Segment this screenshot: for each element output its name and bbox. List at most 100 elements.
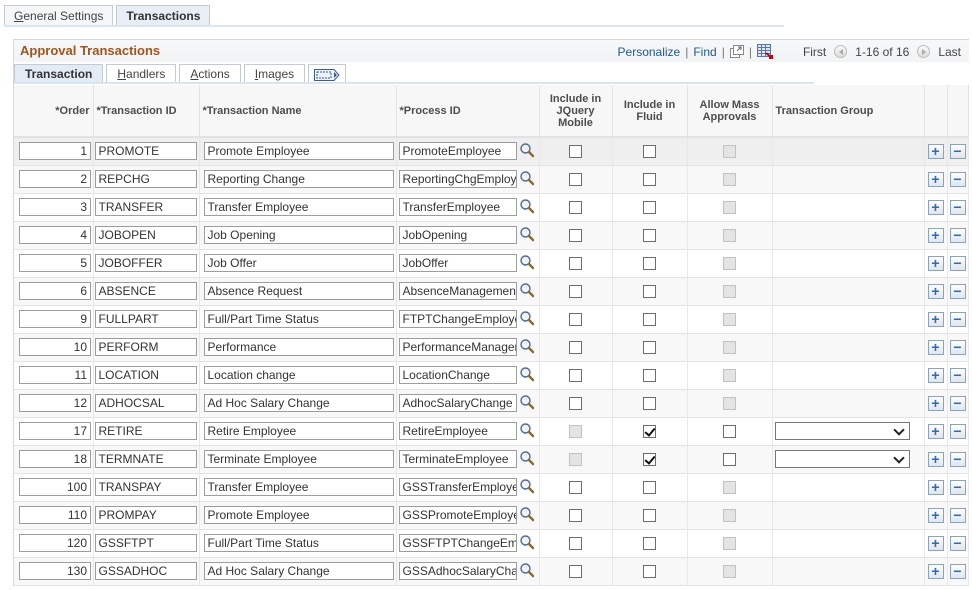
include-fluid-checkbox[interactable]: [643, 536, 656, 550]
delete-row-button[interactable]: −: [949, 339, 966, 355]
delete-row-button[interactable]: −: [949, 535, 966, 551]
process-id-input[interactable]: PromoteEmployee: [398, 142, 517, 161]
order-input[interactable]: 12: [19, 394, 91, 412]
lookup-icon[interactable]: [519, 562, 537, 580]
process-id-input[interactable]: GSSAdhocSalaryChange: [398, 562, 517, 580]
include-fluid-checkbox[interactable]: [643, 424, 656, 438]
transaction-name-input[interactable]: Retire Employee: [203, 422, 394, 440]
transaction-id-input[interactable]: RETIRE: [94, 422, 197, 440]
lookup-icon[interactable]: [519, 478, 537, 496]
order-input[interactable]: 17: [19, 422, 91, 440]
transaction-name-input[interactable]: Transfer Employee: [203, 478, 394, 496]
delete-row-button[interactable]: −: [949, 479, 966, 495]
transaction-group-select[interactable]: [774, 422, 910, 440]
download-excel-icon[interactable]: [756, 44, 773, 59]
lookup-icon[interactable]: [519, 310, 537, 328]
transaction-name-input[interactable]: Ad Hoc Salary Change: [203, 394, 394, 412]
transaction-name-input[interactable]: Promote Employee: [203, 142, 394, 161]
add-row-button[interactable]: +: [927, 283, 944, 299]
lookup-icon[interactable]: [519, 394, 537, 412]
include-fluid-checkbox[interactable]: [643, 368, 656, 382]
process-id-input[interactable]: RetireEmployee: [398, 422, 517, 440]
transaction-id-input[interactable]: GSSADHOC: [94, 562, 197, 580]
include-jquery-mobile-checkbox[interactable]: [569, 144, 582, 158]
order-input[interactable]: 4: [19, 226, 91, 244]
include-fluid-checkbox[interactable]: [643, 172, 656, 186]
transaction-name-input[interactable]: Performance: [203, 338, 394, 356]
add-row-button[interactable]: +: [927, 479, 944, 495]
col-include-jquery-mobile[interactable]: Include in JQuery Mobile: [539, 85, 613, 138]
view-all-icon[interactable]: [729, 45, 744, 58]
transaction-id-input[interactable]: GSSFTPT: [94, 534, 197, 552]
tab-transactions[interactable]: Transactions: [116, 5, 211, 26]
order-input[interactable]: 11: [19, 366, 91, 384]
personalize-link[interactable]: Personalize: [618, 45, 681, 59]
lookup-icon[interactable]: [519, 226, 537, 244]
tab-general-settings[interactable]: General Settings: [4, 5, 114, 26]
previous-page-icon[interactable]: [834, 45, 848, 58]
include-jquery-mobile-checkbox[interactable]: [569, 200, 582, 214]
include-jquery-mobile-checkbox[interactable]: [569, 172, 582, 186]
lookup-icon[interactable]: [519, 534, 537, 552]
transaction-name-input[interactable]: Reporting Change: [203, 170, 394, 188]
next-page-icon[interactable]: [917, 45, 931, 58]
add-row-button[interactable]: +: [927, 171, 944, 187]
process-id-input[interactable]: AbsenceManagement: [398, 282, 517, 300]
delete-row-button[interactable]: −: [949, 283, 966, 299]
delete-row-button[interactable]: −: [949, 171, 966, 187]
include-fluid-checkbox[interactable]: [643, 452, 656, 466]
transaction-id-input[interactable]: ABSENCE: [94, 282, 197, 300]
add-row-button[interactable]: +: [927, 311, 944, 327]
include-jquery-mobile-checkbox[interactable]: [569, 536, 582, 550]
transaction-id-input[interactable]: JOBOFFER: [94, 254, 197, 272]
order-input[interactable]: 18: [19, 450, 91, 468]
process-id-input[interactable]: LocationChange: [398, 366, 517, 384]
include-fluid-checkbox[interactable]: [643, 564, 656, 578]
transaction-name-input[interactable]: Ad Hoc Salary Change: [203, 562, 394, 580]
lookup-icon[interactable]: [519, 254, 537, 272]
transaction-id-input[interactable]: PROMPAY: [94, 506, 197, 524]
add-row-button[interactable]: +: [927, 507, 944, 523]
order-input[interactable]: 2: [19, 170, 91, 188]
allow-mass-approvals-checkbox[interactable]: [723, 424, 736, 438]
lookup-icon[interactable]: [519, 282, 537, 300]
delete-row-button[interactable]: −: [949, 199, 966, 215]
transaction-id-input[interactable]: PERFORM: [94, 338, 197, 356]
add-row-button[interactable]: +: [927, 423, 944, 439]
process-id-input[interactable]: GSSFTPTChangeEmployee: [398, 534, 517, 552]
col-transaction-name[interactable]: *Transaction Name: [199, 85, 397, 138]
transaction-name-input[interactable]: Location change: [203, 366, 394, 384]
col-include-fluid[interactable]: Include in Fluid: [612, 85, 688, 138]
include-jquery-mobile-checkbox[interactable]: [569, 228, 582, 242]
add-row-button[interactable]: +: [927, 255, 944, 271]
transaction-name-input[interactable]: Absence Request: [203, 282, 394, 300]
delete-row-button[interactable]: −: [949, 395, 966, 411]
order-input[interactable]: 120: [19, 534, 91, 552]
lookup-icon[interactable]: [519, 170, 537, 188]
process-id-input[interactable]: ReportingChgEmployee: [398, 170, 517, 188]
delete-row-button[interactable]: −: [949, 507, 966, 523]
process-id-input[interactable]: GSSTransferEmployee: [398, 478, 517, 496]
include-fluid-checkbox[interactable]: [643, 256, 656, 270]
find-link[interactable]: Find: [693, 45, 716, 59]
lookup-icon[interactable]: [519, 366, 537, 384]
tab-transaction[interactable]: Transaction: [14, 64, 104, 84]
process-id-input[interactable]: JobOffer: [398, 254, 517, 272]
process-id-input[interactable]: TransferEmployee: [398, 198, 517, 216]
transaction-id-input[interactable]: TRANSPAY: [94, 478, 197, 496]
delete-row-button[interactable]: −: [949, 423, 966, 439]
add-row-button[interactable]: +: [927, 199, 944, 215]
allow-mass-approvals-checkbox[interactable]: [723, 452, 736, 466]
lookup-icon[interactable]: [519, 450, 537, 468]
include-jquery-mobile-checkbox[interactable]: [569, 396, 582, 410]
add-row-button[interactable]: +: [927, 367, 944, 383]
order-input[interactable]: 130: [19, 562, 91, 580]
include-jquery-mobile-checkbox[interactable]: [569, 480, 582, 494]
transaction-id-input[interactable]: LOCATION: [94, 366, 197, 384]
include-fluid-checkbox[interactable]: [643, 284, 656, 298]
tab-actions[interactable]: Actions: [179, 64, 241, 84]
add-row-button[interactable]: +: [927, 227, 944, 243]
tab-handlers[interactable]: Handlers: [106, 64, 177, 84]
include-jquery-mobile-checkbox[interactable]: [569, 340, 582, 354]
order-input[interactable]: 6: [19, 282, 91, 300]
